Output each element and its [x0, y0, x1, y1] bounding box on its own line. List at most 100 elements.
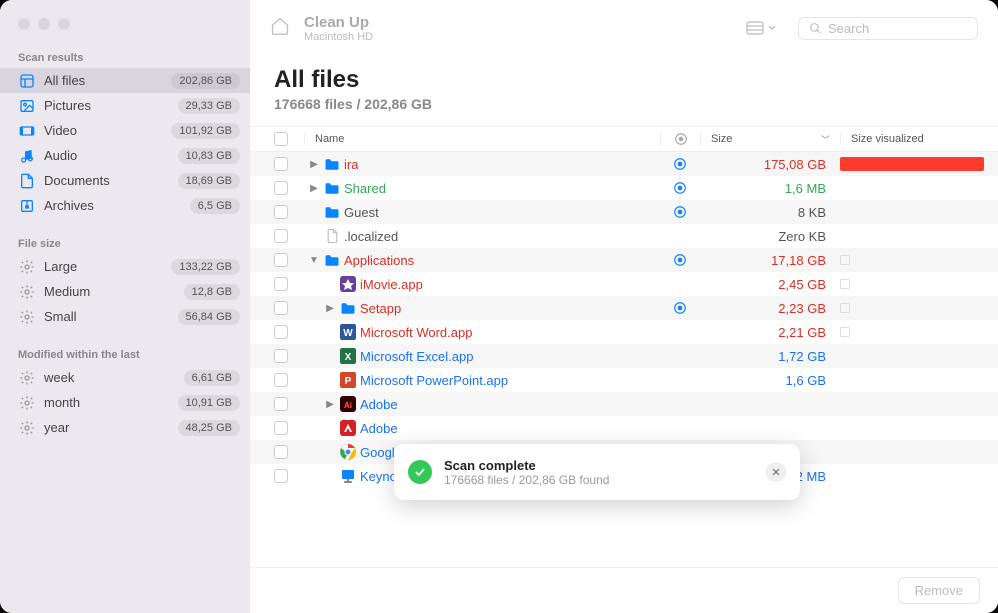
row-checkbox[interactable]: [274, 373, 288, 387]
file-name: Shared: [344, 181, 386, 196]
disclosure-triangle-icon[interactable]: ▶: [308, 159, 320, 170]
svg-text:P: P: [345, 376, 352, 387]
content-icon: [18, 72, 36, 90]
sidebar-item-all-files[interactable]: All files 202,86 GB: [0, 68, 250, 93]
row-checkbox[interactable]: [274, 253, 288, 267]
search-input[interactable]: Search: [798, 17, 978, 40]
sidebar-item-week[interactable]: week 6,61 GB: [0, 365, 250, 390]
sidebar-section-modified: Modified within the last: [0, 343, 250, 365]
file-size: 2,45 GB: [700, 277, 840, 292]
row-checkbox[interactable]: [274, 325, 288, 339]
file-row[interactable]: ▶ Ai Adobe: [250, 392, 998, 416]
file-row[interactable]: X Microsoft Excel.app 1,72 GB: [250, 344, 998, 368]
view-options-button[interactable]: [738, 17, 784, 39]
file-size: 8 KB: [700, 205, 840, 220]
sidebar-item-video[interactable]: Video 101,92 GB: [0, 118, 250, 143]
disclosure-triangle-icon[interactable]: ▶: [324, 399, 336, 410]
column-shared[interactable]: [660, 132, 700, 146]
svg-text:W: W: [343, 328, 353, 339]
main-pane: Clean Up Macintosh HD Search All files 1…: [250, 0, 998, 613]
file-row[interactable]: W Microsoft Word.app 2,21 GB: [250, 320, 998, 344]
row-checkbox[interactable]: [274, 157, 288, 171]
row-checkbox[interactable]: [274, 181, 288, 195]
sidebar-item-archives[interactable]: Archives 6,5 GB: [0, 193, 250, 218]
row-checkbox[interactable]: [274, 397, 288, 411]
sidebar-item-medium[interactable]: Medium 12,8 GB: [0, 279, 250, 304]
remove-button[interactable]: Remove: [898, 577, 980, 604]
file-name: Googl: [360, 445, 395, 460]
column-size-visualized[interactable]: Size visualized: [840, 133, 998, 145]
file-row[interactable]: ▶ Shared 1,6 MB: [250, 176, 998, 200]
file-type-icon: [340, 468, 356, 484]
file-type-icon: [324, 156, 340, 172]
sidebar-item-month[interactable]: month 10,91 GB: [0, 390, 250, 415]
gear-icon: [18, 369, 36, 387]
disclosure-triangle-icon[interactable]: ▼: [308, 255, 320, 266]
sidebar-item-pictures[interactable]: Pictures 29,33 GB: [0, 93, 250, 118]
row-checkbox[interactable]: [274, 301, 288, 315]
disclosure-triangle-icon[interactable]: ▶: [308, 183, 320, 194]
gear-icon: [18, 258, 36, 276]
row-checkbox[interactable]: [274, 421, 288, 435]
archives-icon: [18, 197, 36, 215]
close-icon: [772, 468, 780, 476]
row-checkbox[interactable]: [274, 349, 288, 363]
sidebar-item-small[interactable]: Small 56,84 GB: [0, 304, 250, 329]
minimize-window-button[interactable]: [38, 18, 50, 30]
file-name: Adobe: [360, 397, 398, 412]
row-checkbox[interactable]: [274, 445, 288, 459]
header: All files 176668 files / 202,86 GB: [250, 56, 998, 126]
pictures-icon: [18, 97, 36, 115]
disclosure-triangle-icon[interactable]: ▶: [324, 303, 336, 314]
file-row[interactable]: ▶ Setapp 2,23 GB: [250, 296, 998, 320]
sidebar-item-label: Large: [44, 259, 171, 274]
file-row[interactable]: ▼ Applications 17,18 GB: [250, 248, 998, 272]
file-row[interactable]: Adobe: [250, 416, 998, 440]
file-type-icon: [340, 420, 356, 436]
row-checkbox[interactable]: [274, 229, 288, 243]
file-row[interactable]: .localized Zero KB: [250, 224, 998, 248]
row-checkbox[interactable]: [274, 205, 288, 219]
close-window-button[interactable]: [18, 18, 30, 30]
sidebar-item-badge: 133,22 GB: [171, 259, 240, 275]
audio-icon: [18, 147, 36, 165]
page-title: All files: [274, 66, 974, 94]
sidebar: Scan results All files 202,86 GB Picture…: [0, 0, 250, 613]
shared-indicator-icon: [673, 253, 687, 267]
file-row[interactable]: P Microsoft PowerPoint.app 1,6 GB: [250, 368, 998, 392]
sidebar-item-large[interactable]: Large 133,22 GB: [0, 254, 250, 279]
file-list[interactable]: ▶ ira 175,08 GB ▶ Shared 1,6 MB Guest 8 …: [250, 152, 998, 567]
size-box: [840, 255, 850, 265]
app-window: Scan results All files 202,86 GB Picture…: [0, 0, 998, 613]
sidebar-item-audio[interactable]: Audio 10,83 GB: [0, 143, 250, 168]
file-type-icon: [324, 228, 340, 244]
file-row[interactable]: iMovie.app 2,45 GB: [250, 272, 998, 296]
sidebar-item-badge: 6,5 GB: [190, 198, 240, 214]
column-name[interactable]: Name: [304, 133, 660, 145]
sidebar-item-label: Pictures: [44, 98, 178, 113]
file-name: Microsoft PowerPoint.app: [360, 373, 508, 388]
svg-text:X: X: [345, 352, 352, 363]
sidebar-item-year[interactable]: year 48,25 GB: [0, 415, 250, 440]
check-circle-icon: [408, 460, 432, 484]
zoom-window-button[interactable]: [58, 18, 70, 30]
toast-close-button[interactable]: [766, 462, 786, 482]
home-icon[interactable]: [270, 16, 290, 41]
sidebar-item-label: year: [44, 420, 178, 435]
row-checkbox[interactable]: [274, 277, 288, 291]
file-size: 175,08 GB: [700, 157, 840, 172]
row-checkbox[interactable]: [274, 469, 288, 483]
sidebar-item-documents[interactable]: Documents 18,69 GB: [0, 168, 250, 193]
shared-column-icon: [674, 132, 688, 146]
svg-text:Ai: Ai: [344, 401, 352, 410]
select-all-checkbox[interactable]: [274, 132, 288, 146]
file-row[interactable]: ▶ ira 175,08 GB: [250, 152, 998, 176]
file-name: Applications: [344, 253, 414, 268]
sidebar-item-label: Documents: [44, 173, 178, 188]
video-icon: [18, 122, 36, 140]
sidebar-item-badge: 18,69 GB: [178, 173, 240, 189]
file-size: 2,23 GB: [700, 301, 840, 316]
sidebar-item-label: Audio: [44, 148, 178, 163]
file-row[interactable]: Guest 8 KB: [250, 200, 998, 224]
column-size[interactable]: Size ﹀: [700, 133, 840, 146]
